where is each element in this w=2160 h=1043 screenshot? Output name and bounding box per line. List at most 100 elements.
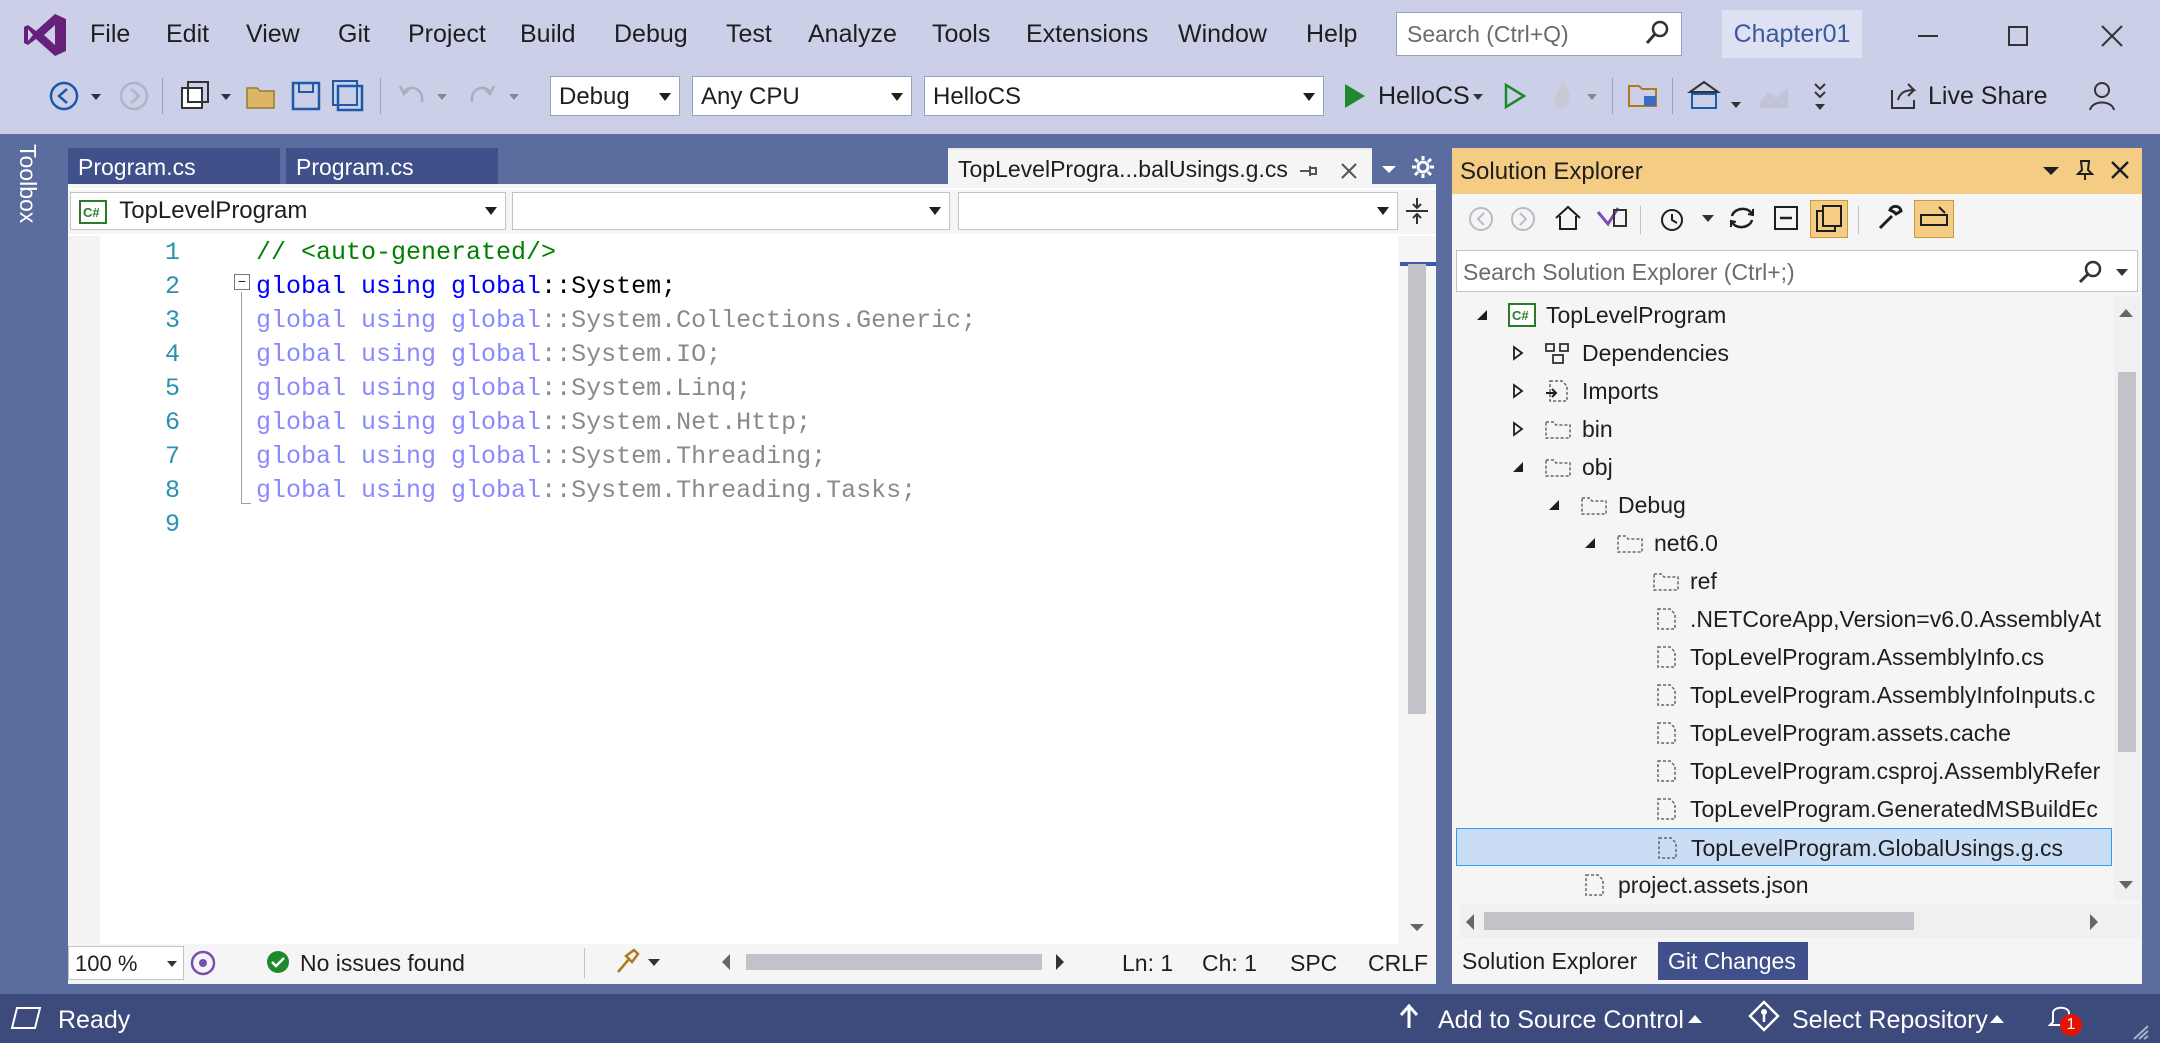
expanded-arrow-icon[interactable] — [1474, 307, 1490, 323]
type-navigation-dropdown[interactable] — [512, 192, 950, 230]
chevron-down-icon[interactable] — [434, 78, 450, 114]
code-cleanup-icon[interactable] — [612, 946, 642, 976]
start-debugging-icon[interactable] — [1336, 78, 1372, 114]
tree-item[interactable]: .NETCoreApp,Version=v6.0.AssemblyAt — [1456, 600, 2112, 638]
menu-help[interactable]: Help — [1306, 20, 1357, 49]
menu-build[interactable]: Build — [520, 20, 576, 49]
pin-icon[interactable] — [1296, 160, 1318, 182]
open-folder-icon[interactable] — [244, 78, 280, 114]
startup-project-dropdown[interactable]: HelloCS — [924, 76, 1324, 116]
menu-window[interactable]: Window — [1178, 20, 1267, 49]
scroll-left-icon[interactable] — [1462, 912, 1478, 932]
source-control-upload-icon[interactable] — [1396, 1002, 1422, 1032]
solution-explorer-search-input[interactable]: Search Solution Explorer (Ctrl+;) — [1456, 250, 2138, 292]
collapse-all-icon[interactable] — [1770, 202, 1802, 234]
scroll-down-icon[interactable] — [2116, 876, 2136, 894]
close-tab-icon[interactable] — [1338, 160, 1360, 182]
issues-status[interactable]: No issues found — [300, 950, 465, 977]
tree-item[interactable]: TopLevelProgram.assets.cache — [1456, 714, 2112, 752]
add-to-source-control[interactable]: Add to Source Control — [1438, 1006, 1684, 1035]
expanded-arrow-icon[interactable] — [1582, 535, 1598, 551]
close-panel-icon[interactable] — [2108, 158, 2132, 182]
repository-icon[interactable] — [1748, 1000, 1780, 1032]
member-navigation-dropdown[interactable] — [958, 192, 1398, 230]
back-icon[interactable] — [1466, 204, 1496, 234]
tree-item[interactable]: TopLevelProgram.AssemblyInfoInputs.c — [1456, 676, 2112, 714]
resize-grip-icon[interactable] — [2132, 1024, 2150, 1040]
toolbox-tab[interactable]: Toolbox — [14, 144, 41, 223]
collapse-region-toggle[interactable]: − — [234, 274, 250, 290]
line-ending-indicator[interactable]: CRLF — [1368, 950, 1428, 977]
select-repository[interactable]: Select Repository — [1792, 1006, 1988, 1035]
chevron-down-icon[interactable] — [2113, 263, 2131, 281]
chevron-down-icon[interactable] — [218, 78, 234, 114]
start-without-debugging-icon[interactable] — [1496, 78, 1532, 114]
close-window-icon[interactable] — [2092, 16, 2132, 56]
properties-wrench-icon[interactable] — [1874, 202, 1906, 234]
panel-options-dropdown-icon[interactable] — [2040, 160, 2062, 182]
solution-name-badge[interactable]: Chapter01 — [1722, 10, 1862, 58]
forward-icon[interactable] — [1508, 204, 1538, 234]
code-line[interactable]: global using global::System.Threading.Ta… — [256, 474, 976, 508]
tab-program-cs-2[interactable]: Program.cs — [286, 148, 498, 184]
chevron-down-icon[interactable] — [88, 78, 104, 114]
tree-item[interactable]: project.assets.json — [1456, 866, 2112, 904]
line-indicator[interactable]: Ln: 1 — [1122, 950, 1173, 977]
code-line[interactable]: global using global::System.Collections.… — [256, 304, 976, 338]
undo-icon[interactable] — [394, 78, 430, 114]
save-icon[interactable] — [288, 78, 324, 114]
minimize-icon[interactable] — [1908, 16, 1948, 56]
expanded-arrow-icon[interactable] — [1546, 497, 1562, 513]
menu-debug[interactable]: Debug — [614, 20, 688, 49]
tree-item[interactable]: obj — [1456, 448, 2112, 486]
chevron-down-icon[interactable] — [1700, 210, 1716, 226]
tree-item[interactable]: TopLevelProgram.GlobalUsings.g.cs — [1456, 828, 2112, 866]
code-line[interactable]: // <auto-generated/> — [256, 236, 976, 270]
editor-horizontal-scroll-thumb[interactable] — [746, 954, 1042, 970]
start-button-label[interactable]: HelloCS — [1378, 82, 1470, 111]
tab-program-cs-1[interactable]: Program.cs — [68, 148, 280, 184]
tab-solution-explorer[interactable]: Solution Explorer — [1452, 942, 1658, 980]
intellicode-icon[interactable] — [188, 948, 218, 978]
live-share-label[interactable]: Live Share — [1928, 82, 2048, 111]
feedback-icon[interactable] — [2086, 78, 2122, 114]
editor-vertical-scroll-thumb[interactable] — [1408, 264, 1426, 714]
tree-item[interactable]: bin — [1456, 410, 2112, 448]
menu-extensions[interactable]: Extensions — [1026, 20, 1148, 49]
global-search-input[interactable]: Search (Ctrl+Q) — [1396, 12, 1682, 56]
tab-git-changes[interactable]: Git Changes — [1658, 942, 1808, 980]
scroll-right-icon[interactable] — [2086, 912, 2102, 932]
chevron-down-icon[interactable] — [1584, 78, 1600, 114]
hot-reload-icon[interactable] — [1544, 78, 1580, 114]
overflow-icon[interactable] — [1812, 78, 1828, 114]
folder-view-icon[interactable] — [1626, 78, 1662, 114]
scroll-up-icon[interactable] — [2116, 304, 2136, 322]
code-line[interactable] — [256, 508, 976, 542]
chevron-down-icon[interactable] — [646, 954, 662, 970]
tree-item[interactable]: TopLevelProgram.csproj.AssemblyRefer — [1456, 752, 2112, 790]
chevron-down-icon[interactable] — [506, 78, 522, 114]
tab-list-dropdown-icon[interactable] — [1378, 158, 1400, 180]
settings-gear-icon[interactable] — [1410, 154, 1436, 180]
code-line[interactable]: global using global::System; — [256, 270, 976, 304]
tree-item[interactable]: TopLevelProgram.AssemblyInfo.cs — [1456, 638, 2112, 676]
chevron-down-icon[interactable] — [1470, 78, 1486, 114]
char-indicator[interactable]: Ch: 1 — [1202, 950, 1257, 977]
auto-hide-pin-icon[interactable] — [2074, 158, 2096, 182]
switch-views-icon[interactable] — [1594, 202, 1630, 234]
whitespace-indicator[interactable]: SPC — [1290, 950, 1337, 977]
code-line[interactable]: global using global::System.Linq; — [256, 372, 976, 406]
output-window-icon[interactable] — [10, 1004, 42, 1032]
scroll-left-icon[interactable] — [718, 952, 734, 972]
scroll-down-icon[interactable] — [1406, 916, 1428, 938]
project-navigation-dropdown[interactable]: C# TopLevelProgram — [70, 192, 506, 230]
zoom-dropdown[interactable]: 100 % — [68, 946, 184, 980]
menu-view[interactable]: View — [246, 20, 300, 49]
navigate-forward-icon[interactable] — [116, 78, 152, 114]
menu-analyze[interactable]: Analyze — [808, 20, 897, 49]
tree-item[interactable]: C# TopLevelProgram — [1456, 296, 2112, 334]
collapsed-arrow-icon[interactable] — [1510, 383, 1526, 399]
configuration-dropdown[interactable]: Debug — [550, 76, 680, 116]
maximize-icon[interactable] — [1998, 16, 2038, 56]
tree-vertical-scroll-thumb[interactable] — [2118, 372, 2136, 752]
